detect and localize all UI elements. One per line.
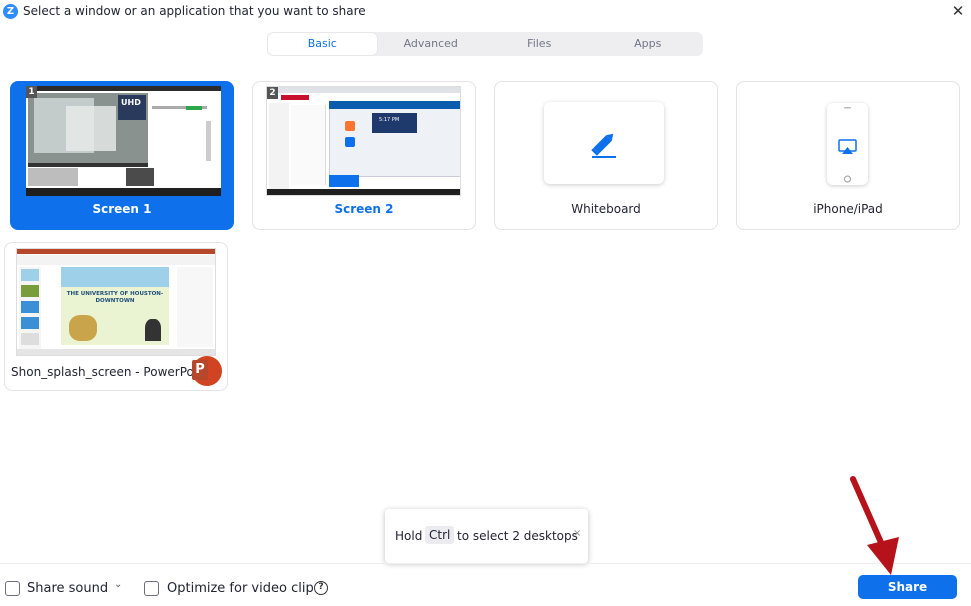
- tile-label: Whiteboard: [571, 202, 641, 216]
- screen-number-badge: 2: [267, 87, 278, 99]
- tab-files[interactable]: Files: [485, 33, 594, 55]
- uhd-logo: UHD: [121, 98, 141, 107]
- powerpoint-icon-letter: P: [192, 360, 208, 380]
- tooltip-text-before: Hold: [395, 529, 423, 543]
- title-bar: Z Select a window or an application that…: [0, 0, 971, 24]
- optimize-video-label: Optimize for video clip: [167, 581, 314, 596]
- share-sound-checkbox[interactable]: [5, 581, 20, 596]
- airplay-icon: [838, 107, 857, 183]
- tooltip-text-after: to select 2 desktops: [457, 529, 578, 543]
- tile-label: Screen 2: [334, 202, 394, 216]
- share-sound-label: Share sound: [27, 581, 109, 596]
- chevron-down-icon[interactable]: ⌄: [114, 579, 122, 590]
- powerpoint-icon: P: [192, 356, 222, 386]
- screen-1-thumbnail: 1 UHD: [26, 86, 221, 196]
- optimize-video-checkbox[interactable]: [144, 581, 159, 596]
- ctrl-key-badge: Ctrl: [425, 526, 455, 544]
- share-button[interactable]: Share: [858, 575, 957, 599]
- powerpoint-thumbnail: THE UNIVERSITY OF HOUSTON-DOWNTOWN: [16, 248, 216, 356]
- share-tile-screen-1[interactable]: 1 UHD Screen 1: [10, 81, 234, 230]
- bottom-bar: Share sound ⌄ Optimize for video clip ? …: [0, 563, 971, 606]
- window-title: Select a window or an application that y…: [23, 4, 366, 18]
- tile-label: Screen 1: [92, 202, 152, 216]
- screen-2-thumbnail: 2 5:17 PM: [266, 86, 461, 196]
- tab-basic[interactable]: Basic: [268, 33, 377, 55]
- help-icon[interactable]: ?: [314, 581, 328, 595]
- zoom-logo-icon: Z: [3, 4, 18, 19]
- screen-number-badge: 1: [26, 86, 37, 98]
- tile-label: iPhone/iPad: [813, 202, 883, 216]
- whiteboard-card: [544, 102, 664, 184]
- tab-advanced[interactable]: Advanced: [377, 33, 486, 55]
- pen-icon: [591, 133, 616, 158]
- phone-illustration: [827, 103, 868, 185]
- share-tile-screen-2[interactable]: 2 5:17 PM Screen 2: [252, 81, 476, 230]
- share-tile-iphone-ipad[interactable]: iPhone/iPad: [736, 81, 960, 230]
- share-tabs: Basic Advanced Files Apps: [267, 32, 703, 56]
- tooltip-close-icon[interactable]: ×: [573, 528, 581, 539]
- share-tile-powerpoint-window[interactable]: THE UNIVERSITY OF HOUSTON-DOWNTOWN Shon_…: [4, 242, 228, 391]
- tab-apps[interactable]: Apps: [594, 33, 703, 55]
- share-tile-whiteboard[interactable]: Whiteboard: [494, 81, 718, 230]
- close-icon[interactable]: ✕: [949, 2, 967, 20]
- slide-title: THE UNIVERSITY OF HOUSTON-DOWNTOWN: [66, 291, 164, 304]
- multi-select-tooltip: Hold Ctrl to select 2 desktops ×: [385, 509, 588, 563]
- clock-readout: 5:17 PM: [379, 117, 400, 123]
